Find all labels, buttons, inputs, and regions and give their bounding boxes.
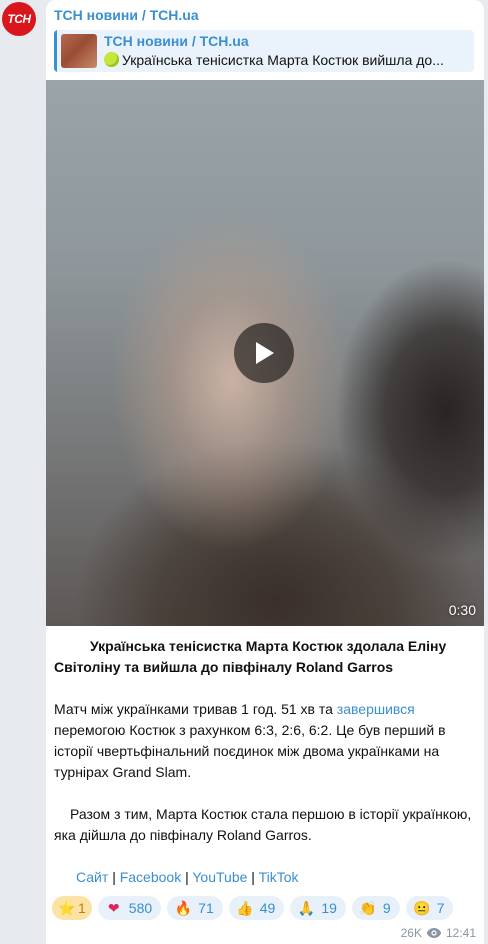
video-player[interactable]: 0:30: [46, 80, 484, 626]
reaction-pray[interactable]: 🙏 19: [290, 896, 346, 920]
link-separator: |: [112, 869, 116, 885]
post-paragraph-1: Матч між українками тривав 1 год. 51 хв …: [54, 699, 474, 783]
para2-text: Разом з тим, Марта Костюк стала першою в…: [54, 806, 472, 843]
link-facebook[interactable]: Facebook: [120, 869, 181, 885]
links-row: Сайт | Facebook | YouTube | TikTok: [54, 867, 474, 888]
reaction-count: 580: [128, 900, 153, 916]
reaction-count: 9: [382, 900, 391, 916]
heart-icon: ❤: [107, 899, 120, 916]
link-tiktok[interactable]: TikTok: [259, 869, 299, 885]
reaction-clap[interactable]: 👏 9: [351, 896, 400, 920]
link-youtube[interactable]: YouTube: [192, 869, 247, 885]
play-button[interactable]: [234, 323, 294, 383]
smile-icon: 😐: [412, 899, 431, 916]
article-link[interactable]: завершився: [337, 701, 415, 717]
reply-thumbnail: [61, 34, 97, 68]
fire-icon: 🔥: [174, 899, 192, 916]
channel-name[interactable]: ТСН новини / TCH.ua: [54, 7, 199, 23]
link-site[interactable]: Сайт: [76, 869, 108, 885]
reaction-count: 19: [321, 900, 337, 916]
link-separator: |: [251, 869, 255, 885]
thumbs-up-icon: 👍: [236, 899, 254, 916]
pray-icon: 🙏: [297, 899, 316, 916]
reactions-bar: ⭐ 1 ❤ 580 🔥 71 👍 49 🙏 19 👏 9 😐 7: [52, 896, 454, 920]
clap-icon: 👏: [359, 899, 377, 916]
post-headline: Українська тенісистка Марта Костюк здола…: [54, 636, 474, 678]
message-meta: 26K 12:41: [401, 926, 476, 940]
star-icon: ⭐: [58, 899, 76, 916]
play-icon: [256, 342, 274, 364]
link-separator: |: [185, 869, 189, 885]
reaction-thumbs-up[interactable]: 👍 49: [228, 896, 285, 920]
headline-text: Українська тенісистка Марта Костюк здола…: [54, 638, 447, 675]
reaction-heart[interactable]: ❤ 580: [97, 896, 162, 920]
eye-icon: [426, 928, 442, 938]
reply-title: ТСН новини / TCH.ua: [104, 33, 249, 49]
reaction-fire[interactable]: 🔥 71: [167, 896, 223, 920]
para1-end: перемогою Костюк з рахунком 6:3, 2:6, 6:…: [54, 722, 446, 780]
message-bubble: ТСН новини / TCH.ua ТСН новини / TCH.ua …: [46, 0, 484, 944]
video-duration: 0:30: [448, 602, 476, 618]
channel-avatar[interactable]: ТСН: [2, 2, 36, 36]
reaction-count: 1: [78, 900, 86, 916]
view-count: 26K: [400, 926, 422, 940]
reaction-count: 71: [198, 900, 214, 916]
reaction-count: 7: [436, 900, 445, 916]
para1-start: Матч між українками тривав 1 год. 51 хв …: [54, 701, 337, 717]
post-paragraph-2: Разом з тим, Марта Костюк стала першою в…: [54, 804, 474, 846]
tennis-ball-icon: [104, 52, 119, 67]
message-time: 12:41: [445, 926, 476, 940]
reply-accent-bar: [54, 30, 57, 72]
reaction-smile[interactable]: 😐 7: [405, 896, 454, 920]
reaction-star[interactable]: ⭐ 1: [52, 896, 92, 920]
reply-text: Українська тенісистка Марта Костюк вийшл…: [122, 52, 444, 68]
forwarded-preview[interactable]: ТСН новини / TCH.ua Українська тенісистк…: [54, 30, 474, 72]
reaction-count: 49: [259, 900, 276, 916]
